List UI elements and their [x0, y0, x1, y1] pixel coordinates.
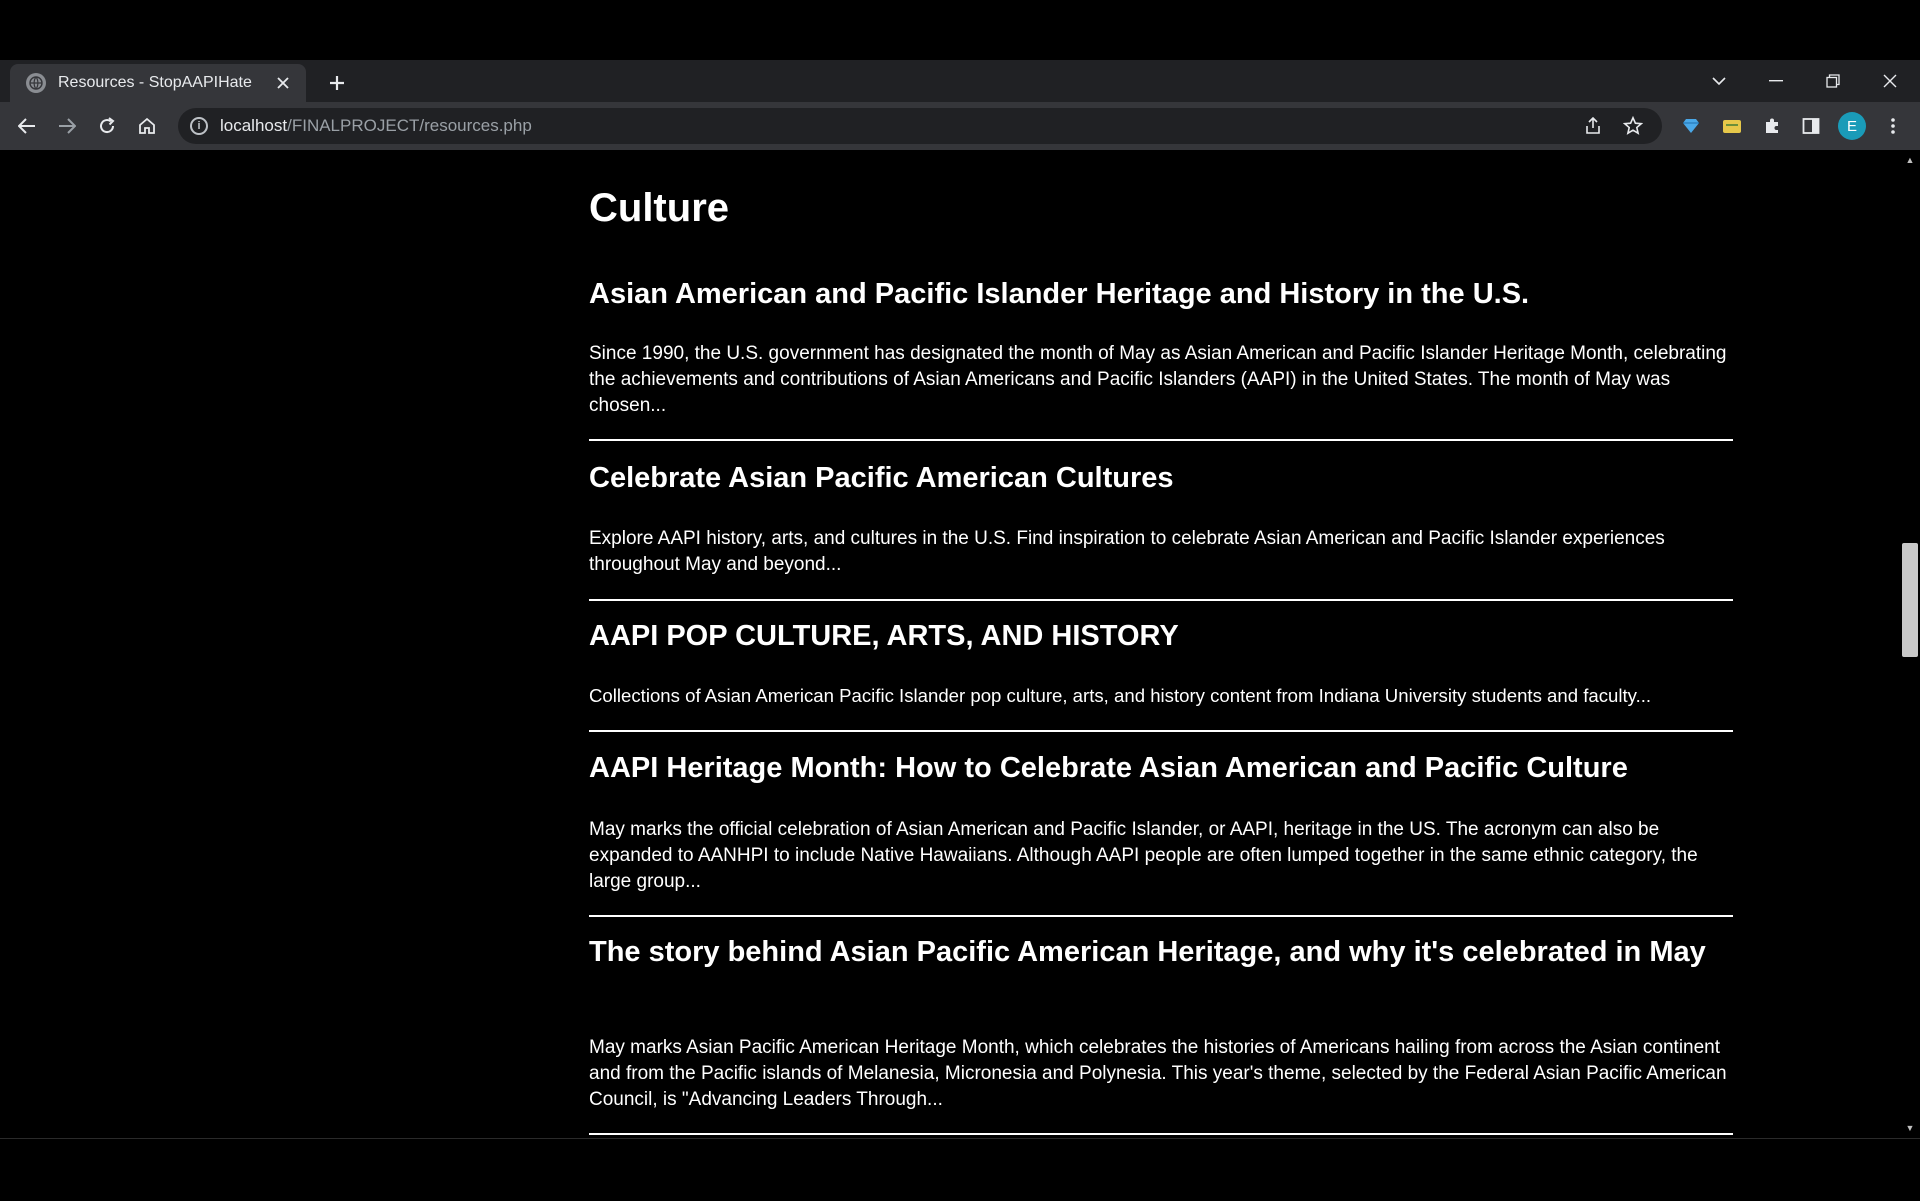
address-bar[interactable]: i localhost/FINALPROJECT/resources.php: [178, 108, 1662, 144]
diamond-icon: [1683, 119, 1699, 133]
page-scrollbar[interactable]: ▲ ▼: [1900, 150, 1920, 1138]
page-viewport: Culture Asian American and Pacific Islan…: [0, 150, 1900, 1138]
section-title-culture: Culture: [589, 186, 729, 230]
article-title-link[interactable]: Celebrate Asian Pacific American Culture…: [589, 461, 1174, 496]
article-title-link[interactable]: The story behind Asian Pacific American …: [589, 935, 1706, 969]
info-icon[interactable]: i: [190, 117, 208, 135]
close-window-button[interactable]: [1872, 66, 1908, 96]
screen-bottom-band: [0, 1138, 1920, 1201]
article-summary: May marks Asian Pacific American Heritag…: [589, 1037, 1727, 1110]
tab-search-button[interactable]: [1701, 66, 1737, 96]
globe-icon: [26, 73, 46, 93]
forward-button[interactable]: [51, 110, 83, 142]
browser-chrome: Resources - StopAAPIHate i localhost/FIN…: [0, 60, 1920, 150]
home-button[interactable]: [131, 110, 163, 142]
share-button[interactable]: [1578, 111, 1608, 141]
kebab-menu-icon: [1891, 118, 1895, 134]
star-icon: [1623, 116, 1643, 135]
folder-icon: [1723, 120, 1741, 133]
home-icon: [139, 117, 155, 134]
article-card: Asian American and Pacific Islander Heri…: [589, 277, 1733, 441]
close-icon[interactable]: [272, 72, 294, 94]
close-icon: [1883, 74, 1897, 88]
article-card: AAPI POP CULTURE, ARTS, AND HISTORY Coll…: [589, 619, 1733, 732]
puzzle-icon: [1766, 118, 1778, 133]
new-tab-button[interactable]: [322, 68, 352, 98]
article-card: The story behind Asian Pacific American …: [589, 935, 1733, 1135]
article-summary: Collections of Asian American Pacific Is…: [589, 685, 1652, 706]
article-summary: Since 1990, the U.S. government has desi…: [589, 343, 1727, 416]
restore-button[interactable]: [1815, 66, 1851, 96]
profile-avatar[interactable]: E: [1838, 112, 1866, 140]
browser-tab-active[interactable]: Resources - StopAAPIHate: [10, 64, 306, 102]
browser-menu-button[interactable]: [1879, 112, 1907, 140]
forward-arrow-icon: [59, 118, 76, 134]
article-summary: Explore AAPI history, arts, and cultures…: [589, 528, 1665, 575]
tab-strip: Resources - StopAAPIHate: [0, 60, 1920, 102]
reload-button[interactable]: [91, 110, 123, 142]
article-card: Celebrate Asian Pacific American Culture…: [589, 461, 1733, 601]
side-panel-button[interactable]: [1797, 112, 1825, 140]
plus-icon: [330, 76, 344, 90]
minimize-icon: [1769, 80, 1783, 82]
minimize-button[interactable]: [1758, 66, 1794, 96]
scroll-up-arrow-icon[interactable]: ▲: [1900, 152, 1920, 168]
side-panel-icon: [1802, 118, 1820, 134]
extensions-button[interactable]: [1758, 112, 1786, 140]
article-title-link[interactable]: AAPI POP CULTURE, ARTS, AND HISTORY: [589, 619, 1179, 654]
tab-title: Resources - StopAAPIHate: [58, 74, 252, 91]
back-arrow-icon: [18, 118, 35, 134]
share-icon: [1586, 117, 1600, 134]
screen-top-band: [0, 0, 1920, 60]
bookmark-button[interactable]: [1618, 111, 1648, 141]
scroll-thumb[interactable]: [1902, 543, 1918, 657]
reload-icon: [100, 117, 115, 134]
article-title-link[interactable]: AAPI Heritage Month: How to Celebrate As…: [589, 751, 1628, 786]
chevron-down-icon: [1712, 77, 1726, 86]
restore-icon: [1826, 74, 1840, 88]
browser-toolbar: i localhost/FINALPROJECT/resources.php E: [0, 102, 1920, 150]
url-text[interactable]: localhost/FINALPROJECT/resources.php: [220, 116, 1568, 136]
article-summary: May marks the official celebration of As…: [589, 819, 1698, 892]
extension-folder-button[interactable]: [1718, 112, 1746, 140]
article-title-link[interactable]: Asian American and Pacific Islander Heri…: [589, 277, 1529, 312]
article-card: AAPI Heritage Month: How to Celebrate As…: [589, 751, 1733, 917]
extension-diamond-button[interactable]: [1677, 112, 1705, 140]
scroll-down-arrow-icon[interactable]: ▼: [1900, 1120, 1920, 1136]
back-button[interactable]: [11, 110, 43, 142]
